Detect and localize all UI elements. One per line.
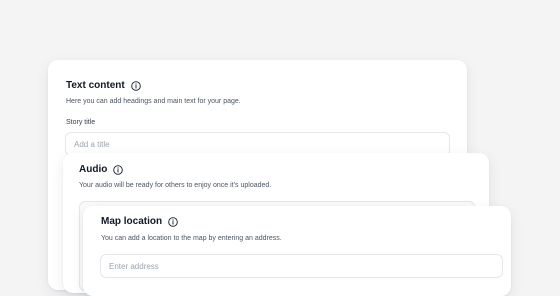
story-title-label: Story title bbox=[66, 119, 96, 126]
audio-description: Your audio will be ready for others to e… bbox=[79, 182, 272, 189]
map-location-header: Map location bbox=[101, 216, 178, 228]
map-location-description: You can add a location to the map by ent… bbox=[101, 235, 282, 242]
map-location-card: Map location You can add a location to t… bbox=[83, 206, 511, 296]
text-content-title: Text content bbox=[66, 80, 125, 91]
audio-header: Audio bbox=[79, 164, 124, 176]
map-location-title: Map location bbox=[101, 216, 163, 227]
text-content-description: Here you can add headings and main text … bbox=[66, 98, 241, 105]
address-input[interactable] bbox=[100, 254, 503, 278]
audio-title: Audio bbox=[79, 164, 108, 175]
text-content-header: Text content bbox=[66, 80, 141, 92]
info-icon[interactable] bbox=[113, 165, 124, 175]
info-icon[interactable] bbox=[130, 81, 141, 91]
info-icon[interactable] bbox=[168, 217, 178, 227]
